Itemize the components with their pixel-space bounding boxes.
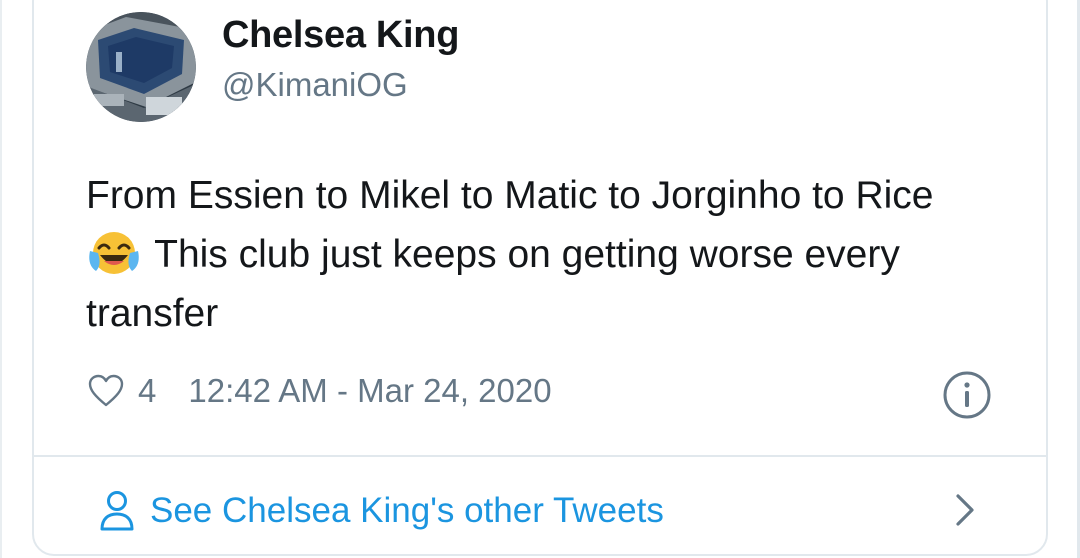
tweet-text-part-1: From Essien to Mikel to Matic to Jorginh…: [86, 174, 934, 217]
heart-icon[interactable]: [88, 374, 124, 408]
see-other-tweets-label[interactable]: See Chelsea King's other Tweets: [150, 491, 664, 531]
page-edge-left: [0, 0, 2, 558]
tweet-text: From Essien to Mikel to Matic to Jorginh…: [86, 166, 986, 343]
tweet-text-part-2: This club just keeps on getting worse ev…: [86, 233, 900, 335]
info-icon[interactable]: [942, 370, 992, 420]
avatar-stadium-image: [86, 12, 196, 122]
chevron-right-icon[interactable]: [950, 490, 980, 530]
user-handle[interactable]: @KimaniOG: [222, 66, 408, 104]
like-count[interactable]: 4: [138, 372, 156, 410]
face-with-tears-of-joy-icon: [86, 229, 142, 277]
footer-divider: [34, 455, 1046, 457]
tweet-timestamp[interactable]: 12:42 AM - Mar 24, 2020: [188, 372, 551, 410]
avatar[interactable]: [86, 12, 196, 122]
tweet-meta-row: 4 12:42 AM - Mar 24, 2020: [88, 368, 552, 414]
person-icon: [98, 489, 136, 533]
tweet-embed-page: Chelsea King @KimaniOG From Essien to Mi…: [0, 0, 1080, 558]
see-other-tweets-link[interactable]: See Chelsea King's other Tweets: [98, 484, 664, 538]
display-name[interactable]: Chelsea King: [222, 14, 459, 57]
